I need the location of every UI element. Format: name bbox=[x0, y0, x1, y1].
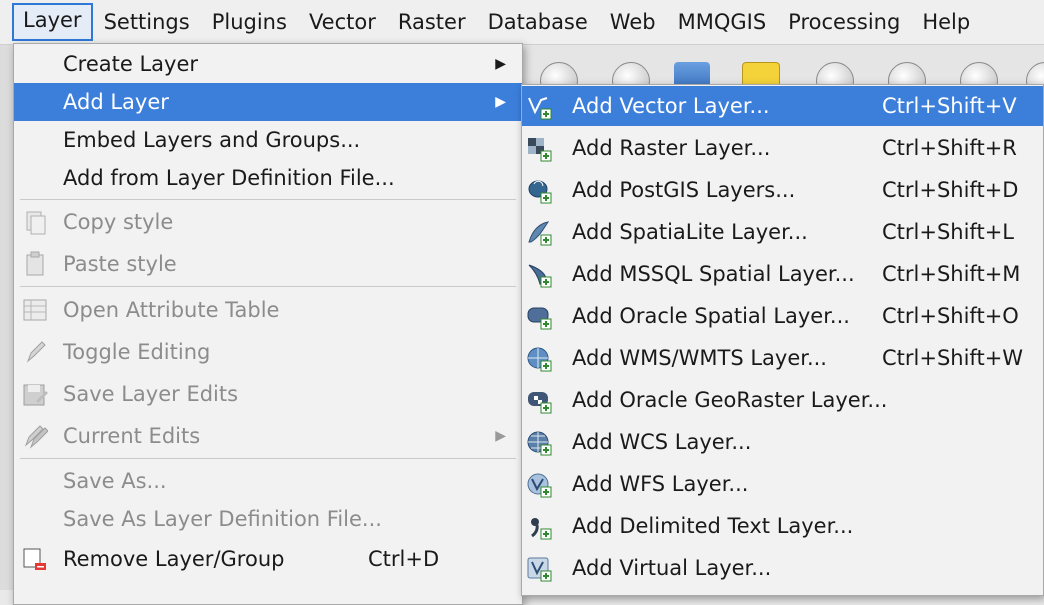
submenu-item-label: Add MSSQL Spatial Layer... bbox=[572, 262, 855, 286]
save-edits-label: Save Layer Edits bbox=[63, 382, 239, 406]
embed-label: Embed Layers and Groups... bbox=[63, 128, 361, 152]
submenu-item-shortcut: Ctrl+Shift+V bbox=[882, 94, 1017, 118]
wms-icon bbox=[526, 345, 552, 372]
submenu-item-label: Add Vector Layer... bbox=[572, 94, 770, 118]
submenu-item-label: Add SpatiaLite Layer... bbox=[572, 220, 808, 244]
submenu-item-label: Add WCS Layer... bbox=[572, 430, 752, 454]
save-as-label: Save As... bbox=[63, 469, 167, 493]
add-layer-item[interactable]: Add Layer ▶ bbox=[14, 83, 522, 121]
paste-style-label: Paste style bbox=[63, 252, 177, 276]
menu-web[interactable]: Web bbox=[599, 5, 667, 39]
copy-style-label: Copy style bbox=[63, 210, 174, 234]
current-edits-item[interactable]: Current Edits ▶ bbox=[14, 417, 522, 455]
save-as-item[interactable]: Save As... bbox=[14, 462, 522, 500]
add-layer-submenu-item[interactable]: Add Raster Layer... Ctrl+Shift+R bbox=[522, 128, 1043, 168]
layer-menu: Create Layer ▶ Add Layer ▶ Embed Layers … bbox=[13, 43, 523, 605]
submenu-item-label: Add WMS/WMTS Layer... bbox=[572, 346, 827, 370]
menu-help[interactable]: Help bbox=[911, 5, 981, 39]
submenu-item-shortcut: Ctrl+Shift+W bbox=[882, 346, 1024, 370]
remove-label: Remove Layer/Group bbox=[63, 547, 285, 571]
copy-style-icon bbox=[22, 209, 48, 235]
submenu-arrow-icon: ▶ bbox=[495, 428, 506, 444]
raster-layer-icon bbox=[526, 135, 552, 162]
create-layer-label: Create Layer bbox=[63, 52, 199, 76]
open-attr-label: Open Attribute Table bbox=[63, 298, 280, 322]
vector-layer-icon bbox=[526, 93, 552, 120]
postgis-icon bbox=[526, 177, 552, 204]
add-layer-submenu-item[interactable]: Add WCS Layer... bbox=[522, 422, 1043, 462]
save-edits-icon bbox=[22, 381, 48, 407]
menu-settings[interactable]: Settings bbox=[93, 5, 201, 39]
spatialite-icon bbox=[526, 219, 552, 246]
oracle-icon bbox=[526, 303, 552, 330]
menu-separator bbox=[20, 458, 516, 459]
submenu-item-shortcut: Ctrl+Shift+M bbox=[882, 262, 1021, 286]
map-canvas-edge bbox=[0, 44, 14, 590]
add-layer-submenu-item[interactable]: Add SpatiaLite Layer... Ctrl+Shift+L bbox=[522, 212, 1043, 252]
mssql-icon bbox=[526, 261, 552, 288]
delimited-text-icon bbox=[526, 513, 552, 540]
current-edits-label: Current Edits bbox=[63, 424, 201, 448]
paste-style-icon bbox=[22, 251, 48, 277]
submenu-item-shortcut: Ctrl+Shift+R bbox=[882, 136, 1017, 160]
submenu-item-label: Add Oracle GeoRaster Layer... bbox=[572, 388, 888, 412]
save-as-definition-item[interactable]: Save As Layer Definition File... bbox=[14, 500, 522, 538]
toggle-editing-item[interactable]: Toggle Editing bbox=[14, 333, 522, 371]
attribute-table-icon bbox=[22, 297, 48, 323]
paste-style-item[interactable]: Paste style bbox=[14, 245, 522, 283]
submenu-item-shortcut: Ctrl+Shift+D bbox=[882, 178, 1019, 202]
menu-raster[interactable]: Raster bbox=[387, 5, 477, 39]
toggle-edit-label: Toggle Editing bbox=[63, 340, 211, 364]
add-layer-submenu-item[interactable]: Add PostGIS Layers... Ctrl+Shift+D bbox=[522, 170, 1043, 210]
save-layer-edits-item[interactable]: Save Layer Edits bbox=[14, 375, 522, 413]
save-as-def-label: Save As Layer Definition File... bbox=[63, 507, 382, 531]
add-layer-submenu-item[interactable]: Add MSSQL Spatial Layer... Ctrl+Shift+M bbox=[522, 254, 1043, 294]
submenu-item-label: Add Oracle Spatial Layer... bbox=[572, 304, 850, 328]
submenu-item-label: Add Raster Layer... bbox=[572, 136, 771, 160]
add-layer-submenu-item[interactable]: Add Delimited Text Layer... bbox=[522, 506, 1043, 546]
menu-separator bbox=[20, 199, 516, 200]
create-layer-item[interactable]: Create Layer ▶ bbox=[14, 45, 522, 83]
submenu-item-shortcut: Ctrl+Shift+L bbox=[882, 220, 1014, 244]
add-from-definition-item[interactable]: Add from Layer Definition File... bbox=[14, 159, 522, 197]
add-layer-submenu-item[interactable]: Add Oracle GeoRaster Layer... bbox=[522, 380, 1043, 420]
remove-layer-icon bbox=[22, 546, 48, 572]
submenu-item-shortcut: Ctrl+Shift+O bbox=[882, 304, 1019, 328]
submenu-item-label: Add Delimited Text Layer... bbox=[572, 514, 854, 538]
add-layer-label: Add Layer bbox=[63, 90, 169, 114]
add-layer-submenu-item[interactable]: Add WFS Layer... bbox=[522, 464, 1043, 504]
add-layer-submenu-item[interactable]: Add Virtual Layer... bbox=[522, 548, 1043, 588]
submenu-item-label: Add PostGIS Layers... bbox=[572, 178, 796, 202]
add-layer-submenu: Add Vector Layer... Ctrl+Shift+V Add Raste… bbox=[521, 84, 1044, 596]
current-edits-icon bbox=[22, 423, 49, 449]
menu-vector[interactable]: Vector bbox=[298, 5, 387, 39]
open-attribute-table-item[interactable]: Open Attribute Table bbox=[14, 291, 522, 329]
add-layer-submenu-item[interactable]: Add Oracle Spatial Layer... Ctrl+Shift+O bbox=[522, 296, 1043, 336]
add-layer-submenu-item[interactable]: Add Vector Layer... Ctrl+Shift+V bbox=[522, 86, 1043, 126]
pencil-icon bbox=[22, 339, 48, 365]
georaster-icon bbox=[526, 387, 552, 414]
wfs-icon bbox=[526, 471, 552, 498]
menu-plugins[interactable]: Plugins bbox=[201, 5, 298, 39]
menu-separator bbox=[20, 286, 516, 287]
copy-style-item[interactable]: Copy style bbox=[14, 203, 522, 241]
add-layer-submenu-item[interactable]: Add WMS/WMTS Layer... Ctrl+Shift+W bbox=[522, 338, 1043, 378]
virtual-layer-icon bbox=[526, 555, 552, 582]
remove-layer-item[interactable]: Remove Layer/Group Ctrl+D bbox=[14, 540, 522, 578]
menu-mmqgis[interactable]: MMQGIS bbox=[667, 5, 778, 39]
embed-layers-item[interactable]: Embed Layers and Groups... bbox=[14, 121, 522, 159]
add-from-def-label: Add from Layer Definition File... bbox=[63, 166, 395, 190]
menu-processing[interactable]: Processing bbox=[777, 5, 911, 39]
submenu-item-label: Add Virtual Layer... bbox=[572, 556, 772, 580]
submenu-item-label: Add WFS Layer... bbox=[572, 472, 749, 496]
submenu-arrow-icon: ▶ bbox=[495, 94, 506, 110]
menu-layer[interactable]: Layer bbox=[12, 3, 93, 41]
submenu-arrow-icon: ▶ bbox=[495, 56, 506, 72]
remove-shortcut: Ctrl+D bbox=[368, 547, 440, 571]
menu-bar: Layer Settings Plugins Vector Raster Dat… bbox=[0, 0, 1044, 45]
menu-database[interactable]: Database bbox=[477, 5, 599, 39]
wcs-icon bbox=[526, 429, 552, 456]
